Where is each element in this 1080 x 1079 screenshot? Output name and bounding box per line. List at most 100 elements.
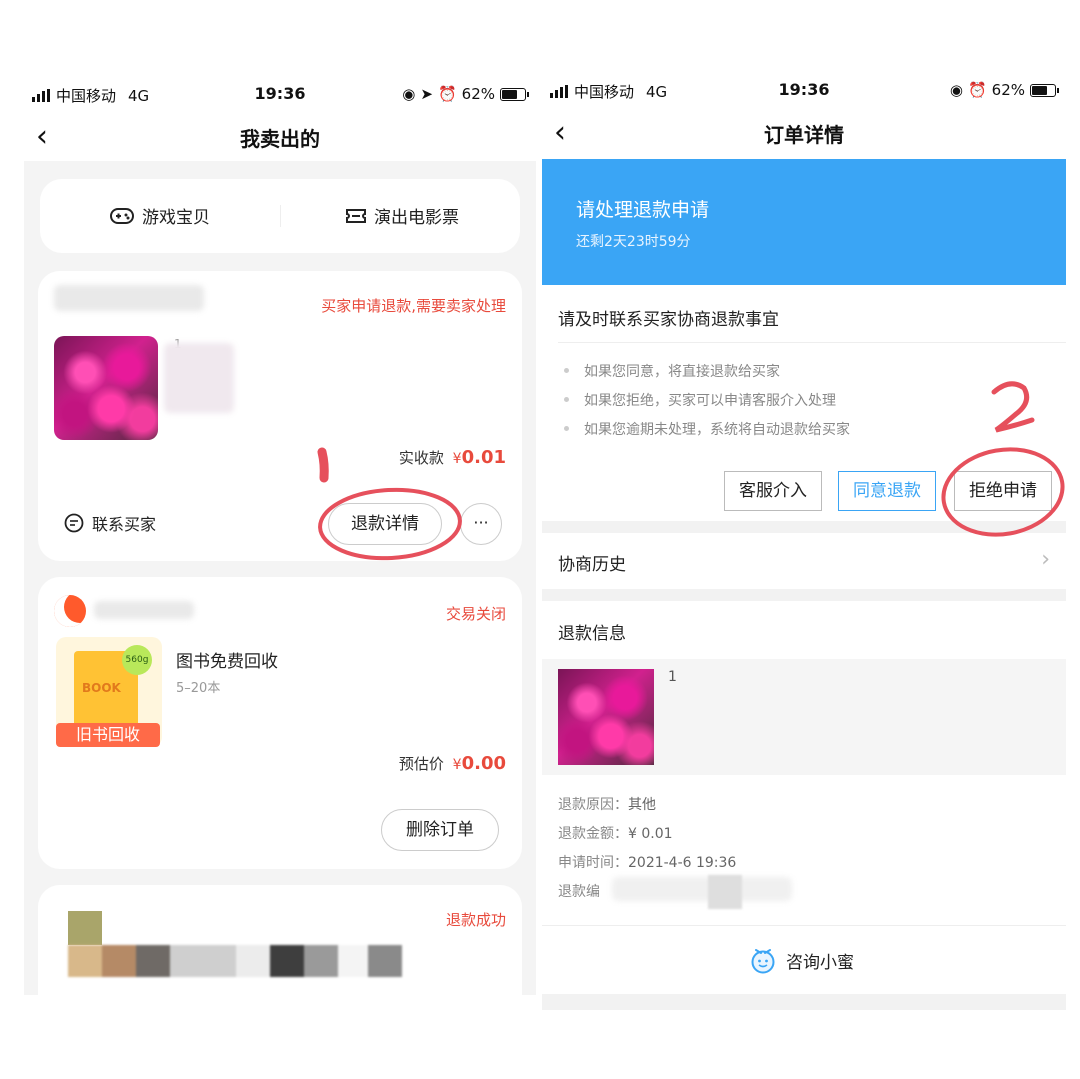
battery-percent: 62% xyxy=(991,81,1025,99)
refund-amount-value: ¥ 0.01 xyxy=(628,826,673,842)
order-card-refund: 买家申请退款,需要卖家处理 1 实收款 ¥0.01 联系买家 退款详情 ··· xyxy=(38,271,522,561)
notice-bullet: 如果您逾期未处理，系统将自动退款给买家 xyxy=(584,422,850,438)
right-phone-screen: 中国移动 4G 19:36 ◉ ⏰ 62% ‹ 订单详情 请处理退款申请 还剩2… xyxy=(542,75,1066,1010)
book-text: BOOK xyxy=(82,681,121,695)
chevron-right-icon: › xyxy=(1041,547,1050,572)
banner-countdown: 还剩2天23时59分 xyxy=(576,234,691,250)
refund-amount: 退款金额：¥ 0.01 xyxy=(558,823,673,843)
refund-time-label: 申请时间： xyxy=(558,855,628,871)
battery-icon xyxy=(500,87,529,101)
price-value: 0.01 xyxy=(461,447,506,468)
contact-buyer-label: 联系买家 xyxy=(92,515,157,534)
order-status: 退款成功 xyxy=(445,911,506,929)
refund-info-section: 退款信息 1 退款原因：其他 退款金额：¥ 0.01 申请时间：2021-4-6… xyxy=(542,601,1066,925)
alarm-icon: ⏰ xyxy=(967,81,987,99)
order-status: 买家申请退款,需要卖家处理 xyxy=(321,297,506,315)
order-card-refunded: 退款成功 xyxy=(38,885,522,995)
bullet-dot xyxy=(564,368,569,373)
refund-number: 退款编 xyxy=(558,881,600,901)
refund-number-blurred xyxy=(612,877,792,901)
category-card: 游戏宝贝 演出电影票 xyxy=(40,179,520,253)
left-phone-screen: 中国移动 4G 19:36 ◉ ➤ ⏰ 62% ‹ 我卖出的 游戏宝贝 演出电影… xyxy=(24,75,536,995)
bullet-dot xyxy=(564,397,569,402)
category-divider xyxy=(280,205,281,227)
price-row: 预估价 ¥0.00 xyxy=(399,753,506,774)
book-recycle-image: BOOK 560g 旧书回收 xyxy=(56,637,162,747)
refund-time-value: 2021-4-6 19:36 xyxy=(628,855,737,871)
category-game-label: 游戏宝贝 xyxy=(142,208,210,228)
consult-label: 咨询小蜜 xyxy=(786,952,854,973)
category-tickets[interactable]: 演出电影票 xyxy=(346,203,459,228)
refund-amount-label: 退款金额： xyxy=(558,826,628,842)
order-status: 交易关闭 xyxy=(445,605,506,623)
refund-time: 申请时间：2021-4-6 19:36 xyxy=(558,852,736,872)
product-title: 图书免费回收 xyxy=(176,652,278,672)
status-right: ◉ ➤ ⏰ 62% xyxy=(402,85,529,103)
order-card-book-recycle: 交易关闭 BOOK 560g 旧书回收 图书免费回收 5–20本 预估价 ¥0.… xyxy=(38,577,522,869)
status-bar: 中国移动 4G 19:36 ◉ ➤ ⏰ 62% xyxy=(24,75,536,113)
category-game[interactable]: 游戏宝贝 xyxy=(110,203,210,228)
shop-avatar-blurred xyxy=(54,285,204,311)
shop-avatar-blurred xyxy=(68,911,102,945)
price-symbol: ¥ xyxy=(452,451,462,467)
page-title: 我卖出的 xyxy=(240,127,320,151)
contact-buyer[interactable]: 联系买家 xyxy=(64,511,156,535)
page-title: 订单详情 xyxy=(764,123,844,147)
recycle-banner: 旧书回收 xyxy=(56,723,160,747)
status-right: ◉ ⏰ 62% xyxy=(949,81,1059,99)
chat-icon xyxy=(64,513,84,533)
refund-reason-label: 退款原因： xyxy=(558,797,628,813)
alarm-icon: ⏰ xyxy=(437,85,457,103)
product-qty: 1 xyxy=(668,669,677,685)
negotiation-history-row[interactable]: 协商历史 › xyxy=(542,533,1066,589)
product-subtitle: 5–20本 xyxy=(176,681,221,696)
nav-bar: ‹ 我卖出的 xyxy=(24,113,536,161)
notice-heading: 请及时联系买家协商退款事宜 xyxy=(558,310,779,330)
price-label: 预估价 xyxy=(398,755,444,773)
price-label: 实收款 xyxy=(398,449,444,467)
product-image xyxy=(558,669,654,765)
notice-bullet: 如果您同意，将直接退款给买家 xyxy=(584,364,780,380)
assistant-face-icon xyxy=(751,949,775,974)
bullet-dot xyxy=(564,426,569,431)
refund-number-blurred-block xyxy=(708,875,742,909)
refund-reason: 退款原因：其他 xyxy=(558,794,656,814)
refund-info-heading: 退款信息 xyxy=(558,624,626,644)
notice-section: 请及时联系买家协商退款事宜 如果您同意，将直接退款给买家 如果您拒绝，买家可以申… xyxy=(542,285,1066,521)
history-label: 协商历史 xyxy=(558,555,626,575)
battery-icon xyxy=(1030,83,1059,97)
gamepad-icon xyxy=(110,207,134,224)
price-row: 实收款 ¥0.01 xyxy=(399,447,506,468)
consult-button[interactable]: 咨询小蜜 xyxy=(750,946,854,974)
reject-request-button[interactable]: 拒绝申请 xyxy=(954,471,1052,511)
category-tickets-label: 演出电影票 xyxy=(374,208,459,228)
shop-moon-icon xyxy=(54,595,86,627)
customer-service-button[interactable]: 客服介入 xyxy=(724,471,822,511)
rotation-lock-icon: ◉ xyxy=(949,81,963,99)
refund-request-banner: 请处理退款申请 还剩2天23时59分 xyxy=(542,159,1066,285)
nav-bar: ‹ 订单详情 xyxy=(542,109,1066,159)
price-symbol: ¥ xyxy=(452,757,462,773)
more-button[interactable]: ··· xyxy=(460,503,502,545)
refund-reason-value: 其他 xyxy=(628,797,656,813)
shop-name-blurred xyxy=(94,601,194,619)
consult-bar[interactable]: 咨询小蜜 xyxy=(542,925,1066,994)
product-image xyxy=(54,336,158,440)
refund-number-label: 退款编 xyxy=(558,884,600,900)
refund-product-row: 1 xyxy=(542,659,1066,775)
rotation-lock-icon: ◉ xyxy=(402,85,416,103)
delete-order-button[interactable]: 删除订单 xyxy=(381,809,499,851)
price-value: 0.00 xyxy=(461,753,506,774)
status-bar: 中国移动 4G 19:36 ◉ ⏰ 62% xyxy=(542,75,1066,109)
refund-details-button[interactable]: 退款详情 xyxy=(328,503,442,545)
weight-badge: 560g xyxy=(122,645,152,675)
product-title-blurred xyxy=(164,343,234,413)
location-icon: ➤ xyxy=(420,85,433,103)
battery-percent: 62% xyxy=(461,85,495,103)
banner-title: 请处理退款申请 xyxy=(576,199,710,221)
agree-refund-button[interactable]: 同意退款 xyxy=(838,471,936,511)
notice-bullet: 如果您拒绝，买家可以申请客服介入处理 xyxy=(584,393,836,409)
ticket-icon xyxy=(346,208,366,223)
notice-divider xyxy=(558,342,1066,343)
mosaic-blur xyxy=(68,945,468,977)
